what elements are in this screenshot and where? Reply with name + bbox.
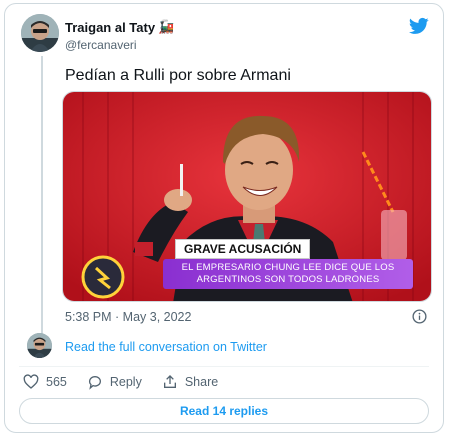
share-label: Share bbox=[184, 375, 219, 389]
tweet-text: Pedían a Rulli por sobre Armani bbox=[65, 67, 291, 84]
lower-third-title: GRAVE ACUSACIÓN bbox=[175, 239, 311, 259]
heart-icon bbox=[23, 374, 39, 389]
author-handle: @fercanaveri bbox=[65, 38, 137, 52]
thread-line bbox=[41, 56, 43, 338]
twitter-bird-icon[interactable] bbox=[409, 16, 429, 36]
like-count: 565 bbox=[46, 375, 67, 389]
info-icon[interactable] bbox=[412, 309, 427, 324]
reply-bubble-icon bbox=[88, 376, 101, 390]
tweet-media[interactable]: GRAVE ACUSACIÓN EL EMPRESARIO CHUNG LEE … bbox=[62, 91, 432, 302]
avatar[interactable] bbox=[21, 14, 59, 52]
read-replies-button[interactable]: Read 14 replies bbox=[19, 398, 429, 424]
divider bbox=[19, 366, 429, 367]
conversation-avatar[interactable] bbox=[27, 333, 52, 358]
share-icon bbox=[163, 375, 176, 388]
action-bar: 565 Reply Share bbox=[23, 374, 238, 390]
tweet-card: Traigan al Taty 🚂 @fercanaveri Pedían a … bbox=[4, 3, 444, 433]
news-lower-third: GRAVE ACUSACIÓN EL EMPRESARIO CHUNG LEE … bbox=[163, 239, 413, 289]
read-conversation-link[interactable]: Read the full conversation on Twitter bbox=[65, 340, 267, 354]
share-button[interactable]: Share bbox=[162, 374, 218, 390]
reply-label: Reply bbox=[109, 375, 142, 389]
like-button[interactable]: 565 bbox=[23, 374, 67, 390]
tweet-timestamp[interactable]: 5:38 PM · May 3, 2022 bbox=[65, 310, 191, 324]
author-name: Traigan al Taty bbox=[65, 19, 156, 35]
reply-button[interactable]: Reply bbox=[87, 374, 142, 390]
author-block[interactable]: Traigan al Taty 🚂 @fercanaveri bbox=[65, 19, 174, 52]
author-name-row: Traigan al Taty 🚂 bbox=[65, 19, 174, 35]
train-emoji: 🚂 bbox=[158, 19, 175, 34]
lower-third-text: EL EMPRESARIO CHUNG LEE DICE QUE LOS ARG… bbox=[163, 259, 413, 289]
